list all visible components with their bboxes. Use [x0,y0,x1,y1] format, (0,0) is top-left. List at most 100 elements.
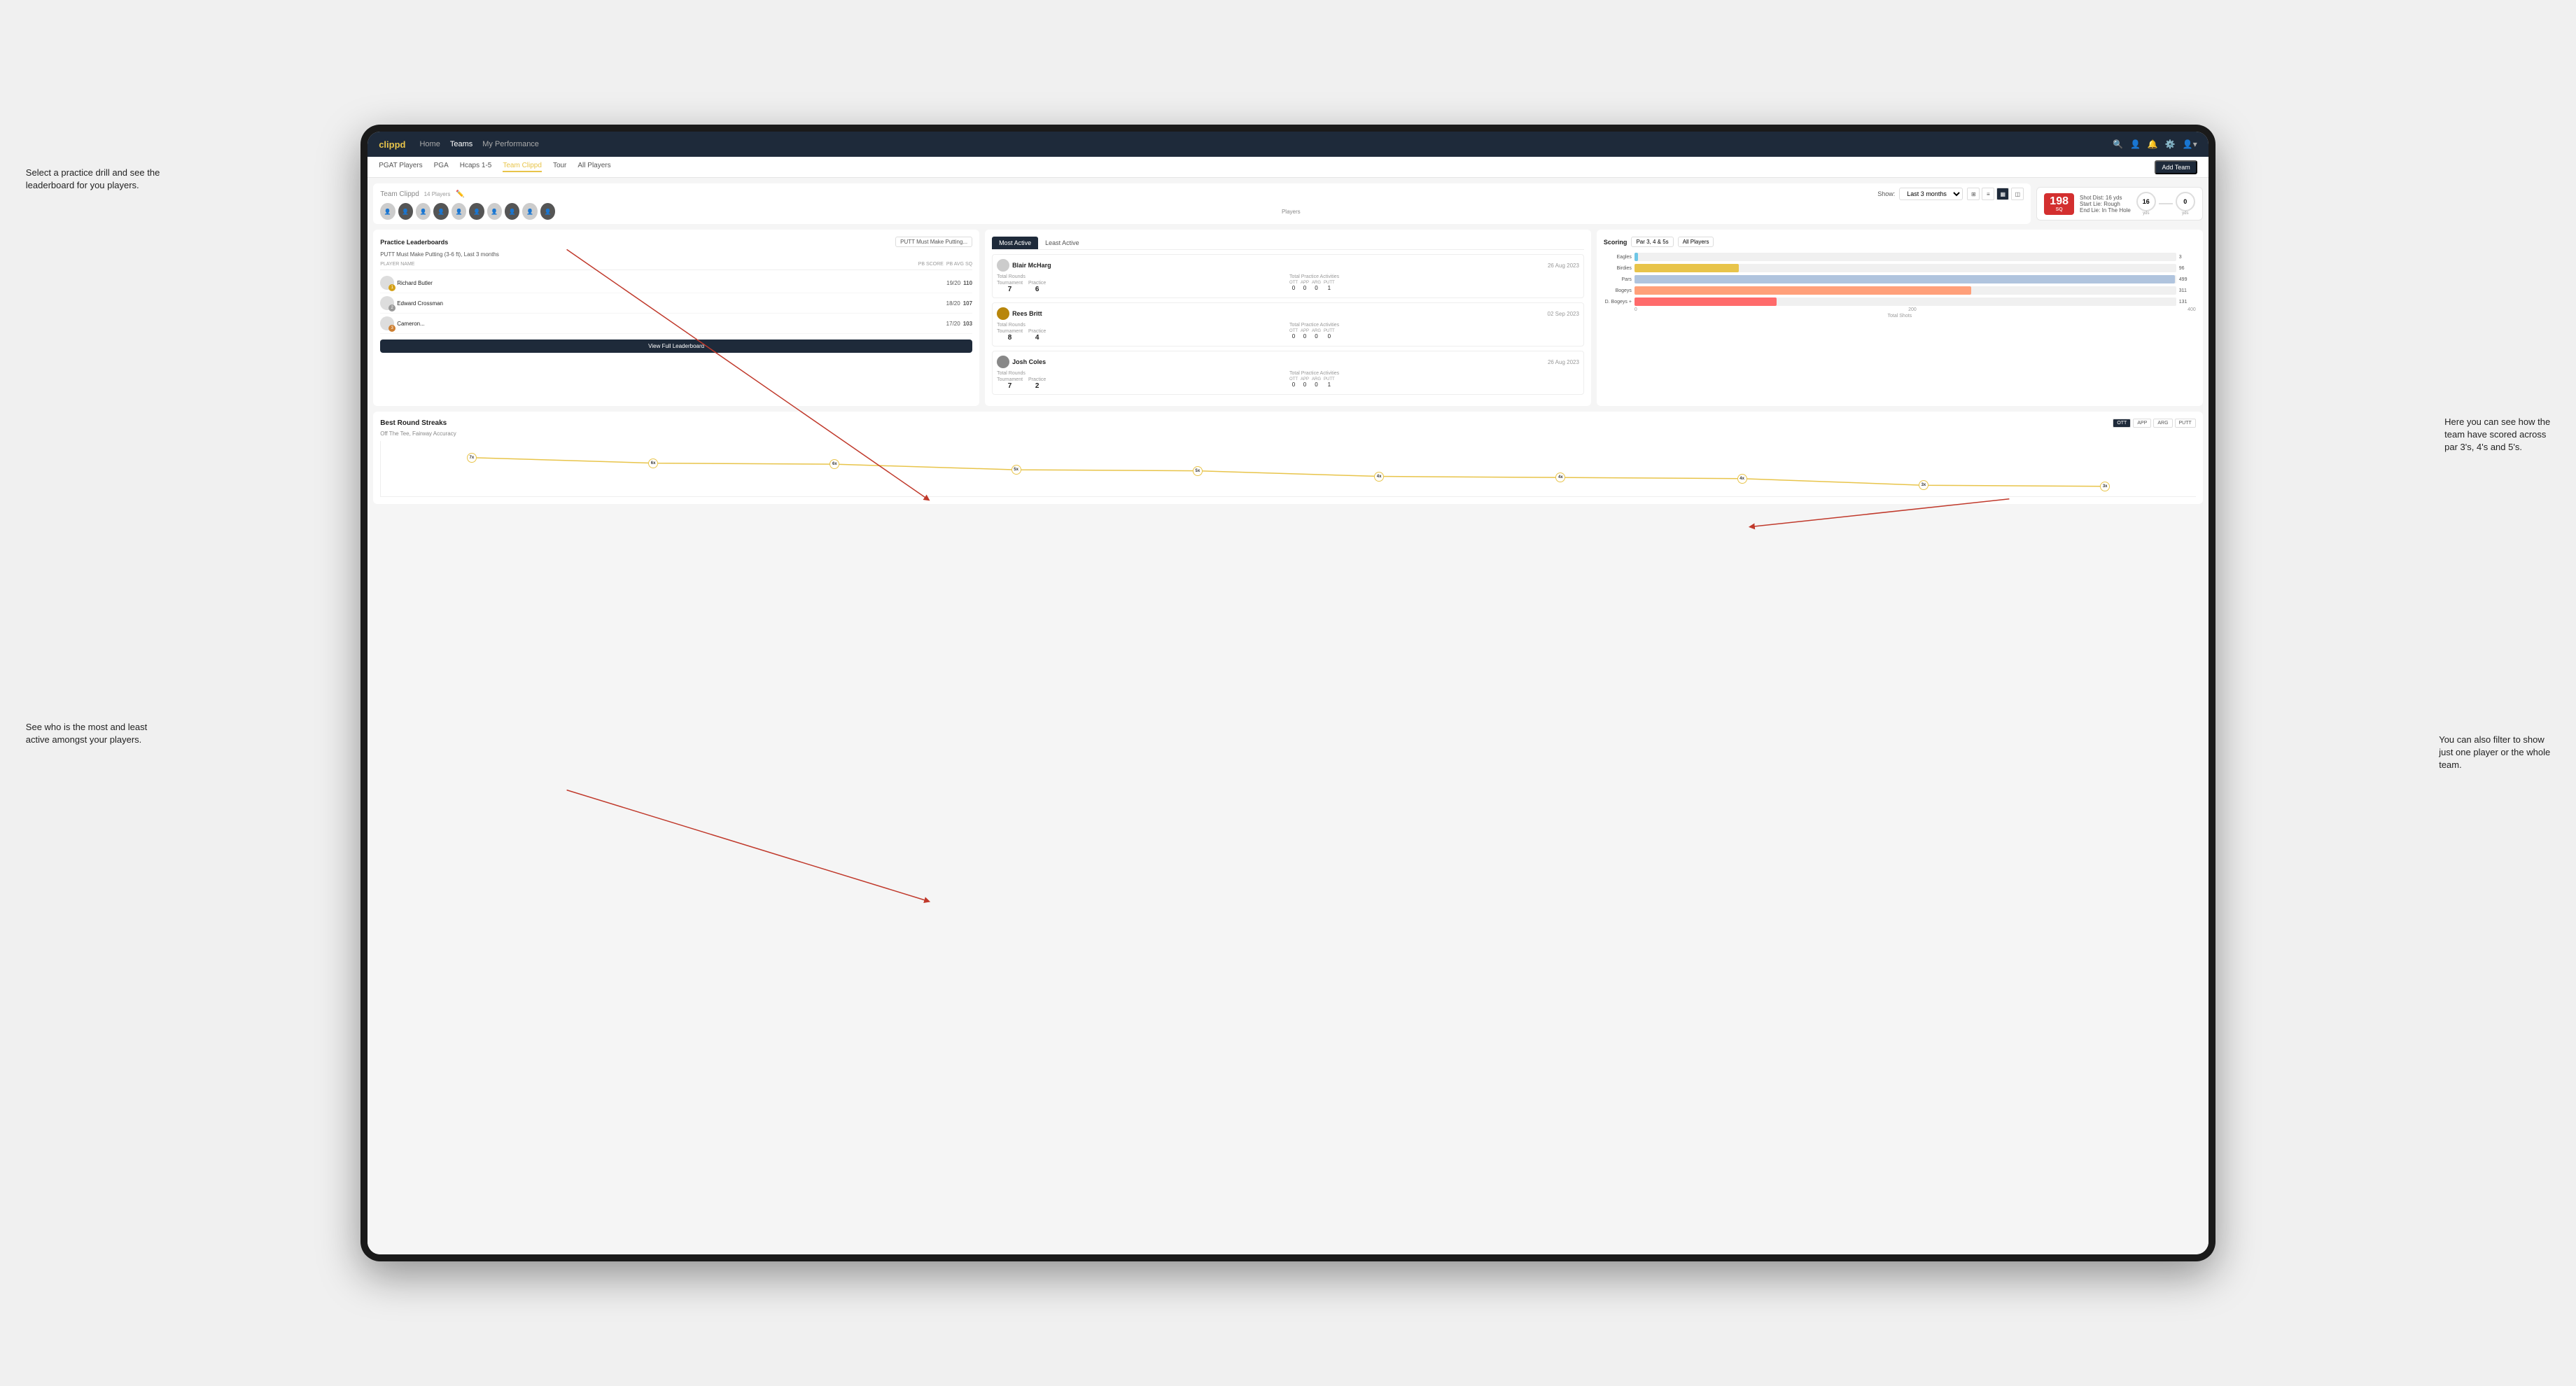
bar-row-birdies: Birdies 96 [1604,264,2196,272]
bar-fill [1634,275,2175,284]
main-grid: Practice Leaderboards PUTT Must Make Put… [373,230,2203,406]
list-view-icon[interactable]: ≡ [1982,188,1994,200]
lb-avg-1: 110 [963,280,972,286]
subnav-hcaps[interactable]: Hcaps 1-5 [460,162,492,172]
filter-app[interactable]: APP [2133,419,2151,428]
team-title: Team Clippd 14 Players [380,190,450,198]
players-label: Players [558,209,2024,215]
streak-dot-0: 7x [467,453,477,463]
lb-score-1: 19/20 [946,280,960,286]
card-view-icon[interactable]: ▦ [1996,188,2009,200]
annotation-bottom-right: You can also filter to show just one pla… [2439,721,2550,772]
edit-team-icon[interactable]: ✏️ [456,190,464,198]
score-circles: 16 yds 0 yds [2136,192,2195,216]
subnav-all-players[interactable]: All Players [578,162,610,172]
lb-avatar-1: 1 [380,276,394,290]
lb-player-1: 1 Richard Butler [380,276,944,290]
activity-card: Most Active Least Active Blair McHarg 26… [985,230,1591,406]
lb-player-2: 2 Edward Crossman [380,296,943,310]
streak-dot-circle: 5x [1193,466,1203,476]
bar-track [1634,264,2176,272]
brand-logo: clippd [379,139,405,150]
streak-dot-4: 5x [1193,466,1203,476]
subnav-team-clippd[interactable]: Team Clippd [503,162,542,172]
player-2-stats: Total Rounds Tournament 8 Practice [997,323,1579,342]
nav-teams[interactable]: Teams [450,140,472,148]
lb-name-2: Edward Crossman [397,300,443,307]
player-3-date: 26 Aug 2023 [1548,359,1579,365]
scoring-filter-players[interactable]: All Players [1678,237,1714,247]
streak-dot-circle: 4x [1374,472,1384,482]
avatar-10: 👤 [540,203,555,220]
bar-label: Pars [1604,277,1632,282]
lb-avg-3: 103 [963,321,972,327]
grid-view-icon[interactable]: ⊞ [1967,188,1980,200]
page-wrapper: Select a practice drill and see the lead… [0,0,2576,1386]
subnav: PGAT Players PGA Hcaps 1-5 Team Clippd T… [368,157,2208,178]
bar-value: 131 [2179,300,2196,304]
annotation-bottom-left: See who is the most and least active amo… [26,721,166,746]
bar-fill [1634,298,1777,306]
bell-icon[interactable]: 🔔 [2148,139,2158,149]
rank-badge-2: 2 [388,304,396,312]
player-3-activities: Total Practice Activities OTT0 APP0 ARG0… [1289,371,1579,390]
avatar-9: 👤 [522,203,537,220]
col-player-name: PLAYER NAME [380,262,915,267]
team-header-card: Team Clippd 14 Players ✏️ Show: Last 3 m… [373,183,2031,224]
view-icons: ⊞ ≡ ▦ ◫ [1967,188,2024,200]
view-full-leaderboard-button[interactable]: View Full Leaderboard [380,340,972,353]
filter-ott[interactable]: OTT [2113,419,2131,428]
practice-leaderboard-card: Practice Leaderboards PUTT Must Make Put… [373,230,979,406]
activity-player-2: Rees Britt 02 Sep 2023 Total Rounds Tour [992,302,1584,346]
subnav-pga[interactable]: PGA [434,162,449,172]
player-3-name-row: Josh Coles [997,356,1046,368]
score-number: 198 SQ [2044,193,2074,215]
detail-view-icon[interactable]: ◫ [2011,188,2024,200]
nav-my-performance[interactable]: My Performance [482,140,539,148]
player-2-date: 02 Sep 2023 [1548,311,1579,317]
tablet: clippd Home Teams My Performance 🔍 👤 🔔 ⚙… [360,125,2216,1261]
bar-fill [1634,286,1971,295]
streaks-subtitle: Off The Tee, Fairway Accuracy [380,430,2196,437]
streaks-filter-btns: OTT APP ARG PUTT [2113,419,2195,428]
search-icon[interactable]: 🔍 [2113,139,2123,149]
bar-chart: Eagles 3 Birdies 96 Pars 499 Bogeys 311 … [1604,253,2196,306]
scoring-filter-par[interactable]: Par 3, 4 & 5s [1631,237,1673,247]
bar-label: D. Bogeys + [1604,300,1632,304]
bar-value: 499 [2179,277,2196,282]
subnav-pgat[interactable]: PGAT Players [379,162,422,172]
streak-dot-8: 3x [1919,480,1928,490]
score-connector [2159,203,2173,204]
bar-label: Eagles [1604,255,1632,260]
filter-arg[interactable]: ARG [2153,419,2172,428]
col-pb-score: PB SCORE [918,262,944,267]
streaks-card: Best Round Streaks OTT APP ARG PUTT Off … [373,412,2203,504]
activity-tabs: Most Active Least Active [992,237,1584,250]
lb-name-1: Richard Butler [397,280,433,286]
bar-row-eagles: Eagles 3 [1604,253,2196,261]
lb-score-3: 17/20 [946,321,960,327]
tab-most-active[interactable]: Most Active [992,237,1038,249]
nav-home[interactable]: Home [419,140,440,148]
player-2-name: Rees Britt [1012,310,1042,317]
content-area: Team Clippd 14 Players ✏️ Show: Last 3 m… [368,178,2208,1254]
streak-dot-5: 4x [1374,472,1384,482]
player-3-avatar [997,356,1009,368]
streak-dot-circle: 3x [1919,480,1928,490]
add-team-button[interactable]: Add Team [2155,160,2197,174]
streak-dot-circle: 4x [1555,472,1565,482]
lb-avatar-3: 3 [380,316,394,330]
leaderboard-dropdown[interactable]: PUTT Must Make Putting... [895,237,972,247]
tab-least-active[interactable]: Least Active [1038,237,1086,249]
people-icon[interactable]: 👤 [2130,139,2141,149]
subnav-tour[interactable]: Tour [553,162,566,172]
avatar-6: 👤 [469,203,484,220]
bar-label: Bogeys [1604,288,1632,293]
settings-icon[interactable]: ⚙️ [2165,139,2176,149]
bar-row-pars: Pars 499 [1604,275,2196,284]
tablet-screen: clippd Home Teams My Performance 🔍 👤 🔔 ⚙… [368,132,2208,1254]
bar-label: Birdies [1604,266,1632,271]
user-avatar[interactable]: 👤▾ [2183,139,2197,149]
filter-putt[interactable]: PUTT [2175,419,2196,428]
show-dropdown[interactable]: Last 3 months [1899,188,1963,200]
